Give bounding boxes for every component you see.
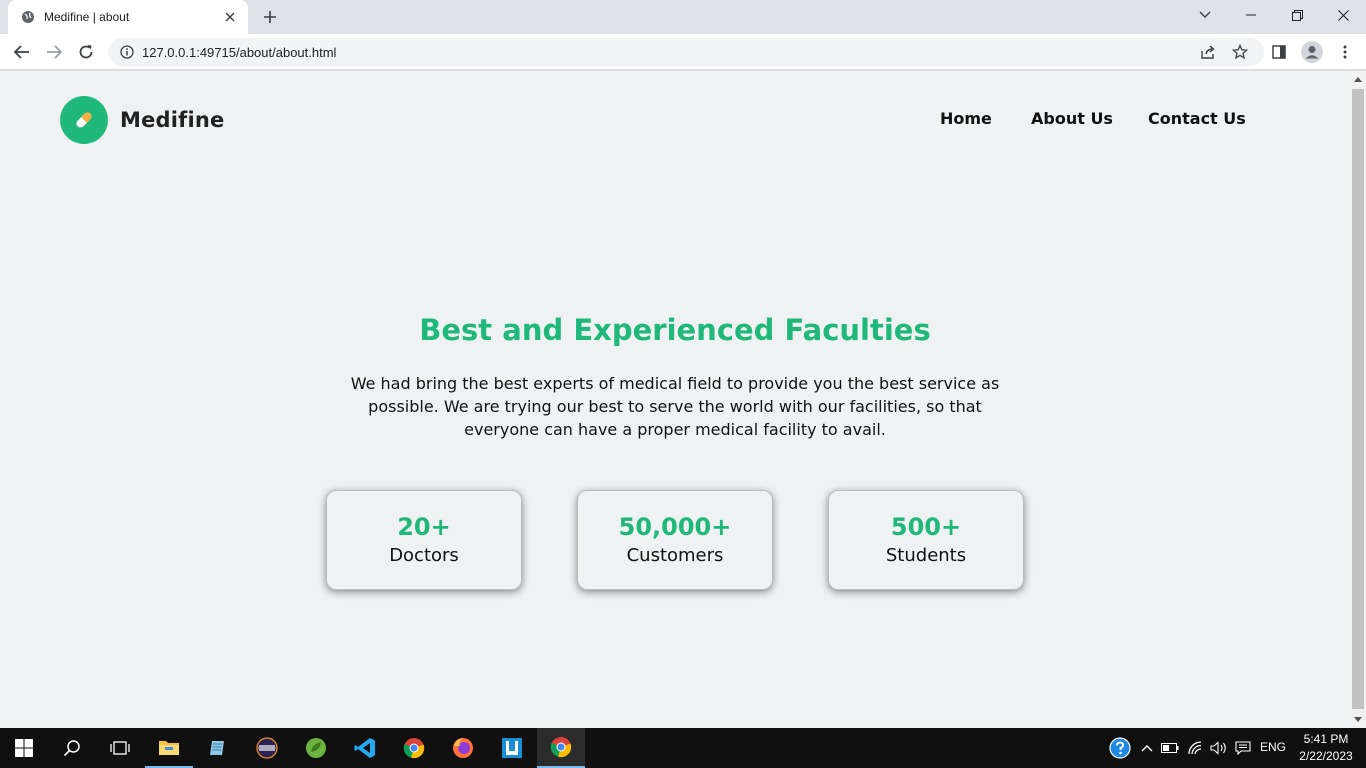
- globe-icon: [20, 9, 36, 25]
- stat-card-customers: 50,000+ Customers: [577, 490, 773, 590]
- firefox-icon[interactable]: [439, 728, 487, 768]
- scroll-down-icon[interactable]: [1354, 717, 1362, 722]
- nav-about-us[interactable]: About Us: [1031, 109, 1113, 128]
- close-tab-icon[interactable]: [222, 9, 238, 25]
- chrome-icon[interactable]: [390, 728, 438, 768]
- clock-date: 2/22/2023: [1299, 749, 1353, 763]
- page-scrollbar[interactable]: [1350, 71, 1366, 728]
- tab-title: Medifine | about: [44, 10, 130, 24]
- menu-kebab-icon[interactable]: [1336, 43, 1354, 61]
- tab-search-icon[interactable]: [1182, 0, 1228, 30]
- nav-contact-us[interactable]: Contact Us: [1148, 109, 1246, 128]
- bookmark-star-icon[interactable]: [1231, 43, 1249, 61]
- new-tab-icon[interactable]: [260, 7, 280, 27]
- close-window-icon[interactable]: [1320, 0, 1366, 30]
- stat-value: 50,000+: [618, 513, 732, 541]
- stat-label: Customers: [626, 545, 724, 566]
- back-arrow-icon[interactable]: [8, 38, 36, 66]
- pill-icon: [60, 96, 108, 144]
- section-heading: Best and Experienced Faculties: [419, 313, 931, 347]
- stat-label: Students: [885, 545, 967, 566]
- stat-label: Doctors: [389, 545, 459, 566]
- notifications-icon[interactable]: [1233, 728, 1253, 768]
- site-info-icon[interactable]: [120, 45, 134, 59]
- restore-icon[interactable]: [1274, 0, 1320, 30]
- help-icon[interactable]: [1108, 728, 1132, 768]
- battery-icon[interactable]: [1160, 728, 1180, 768]
- task-view-icon[interactable]: [96, 728, 144, 768]
- stat-value: 20+: [397, 513, 451, 541]
- address-bar[interactable]: 127.0.0.1:49715/about/about.html: [108, 38, 1264, 66]
- stat-card-students: 500+ Students: [828, 490, 1024, 590]
- eclipse-icon[interactable]: [243, 728, 291, 768]
- tab-strip: Medifine | about: [0, 0, 1366, 34]
- volume-icon[interactable]: [1209, 728, 1229, 768]
- notepad-icon[interactable]: [194, 728, 242, 768]
- chevron-up-icon[interactable]: [1138, 728, 1156, 768]
- page-viewport: Medifine Home About Us Contact Us Best a…: [0, 71, 1350, 728]
- file-explorer-icon[interactable]: [145, 728, 193, 768]
- blue-app-icon[interactable]: [488, 728, 536, 768]
- scrollbar-thumb[interactable]: [1352, 89, 1364, 709]
- minimize-icon[interactable]: [1228, 0, 1274, 30]
- clock-time: 5:41 PM: [1303, 732, 1349, 746]
- browser-toolbar: 127.0.0.1:49715/about/about.html: [0, 34, 1366, 70]
- windows-start-icon[interactable]: [0, 728, 48, 768]
- share-icon[interactable]: [1199, 43, 1217, 61]
- side-panel-icon[interactable]: [1270, 43, 1288, 61]
- search-icon[interactable]: [48, 728, 96, 768]
- chrome-active-icon[interactable]: [537, 728, 585, 768]
- site-logo[interactable]: Medifine: [60, 96, 225, 144]
- spring-tool-icon[interactable]: [292, 728, 340, 768]
- vscode-icon[interactable]: [341, 728, 389, 768]
- brand-name: Medifine: [120, 108, 225, 132]
- taskbar: ENG 5:41 PM 2/22/2023: [0, 728, 1366, 768]
- url-text: 127.0.0.1:49715/about/about.html: [142, 44, 337, 60]
- wifi-icon[interactable]: [1185, 728, 1207, 768]
- forward-arrow-icon[interactable]: [40, 38, 68, 66]
- stat-card-doctors: 20+ Doctors: [326, 490, 522, 590]
- scroll-up-icon[interactable]: [1354, 77, 1362, 82]
- input-language[interactable]: ENG: [1260, 740, 1286, 754]
- reload-icon[interactable]: [72, 38, 100, 66]
- stat-value: 500+: [890, 513, 962, 541]
- nav-home[interactable]: Home: [940, 109, 992, 128]
- browser-tab[interactable]: Medifine | about: [8, 0, 248, 34]
- profile-avatar-icon[interactable]: [1300, 40, 1324, 64]
- system-clock[interactable]: 5:41 PM 2/22/2023: [1290, 731, 1362, 765]
- section-description: We had bring the best experts of medical…: [350, 374, 1000, 439]
